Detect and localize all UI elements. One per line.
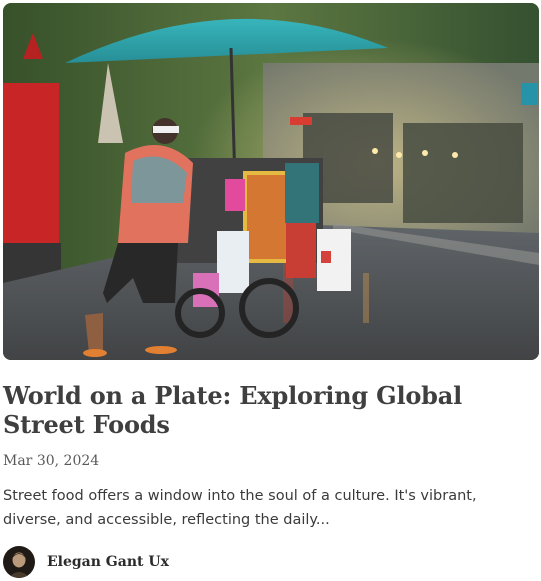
post-excerpt: Street food offers a window into the sou… [3, 488, 477, 528]
author-name[interactable]: Elegan Gant Ux [47, 554, 169, 570]
post-title[interactable]: World on a Plate: Exploring Global Stree… [3, 381, 535, 439]
street-vendor-photo [3, 3, 539, 360]
post-hero-image[interactable] [3, 3, 539, 360]
post-card[interactable]: World on a Plate: Exploring Global Stree… [0, 0, 541, 581]
post-author[interactable]: Elegan Gant Ux [3, 545, 169, 579]
author-avatar[interactable] [3, 546, 35, 578]
portrait-avatar-icon [3, 546, 35, 578]
post-date: Mar 30, 2024 [3, 453, 100, 469]
